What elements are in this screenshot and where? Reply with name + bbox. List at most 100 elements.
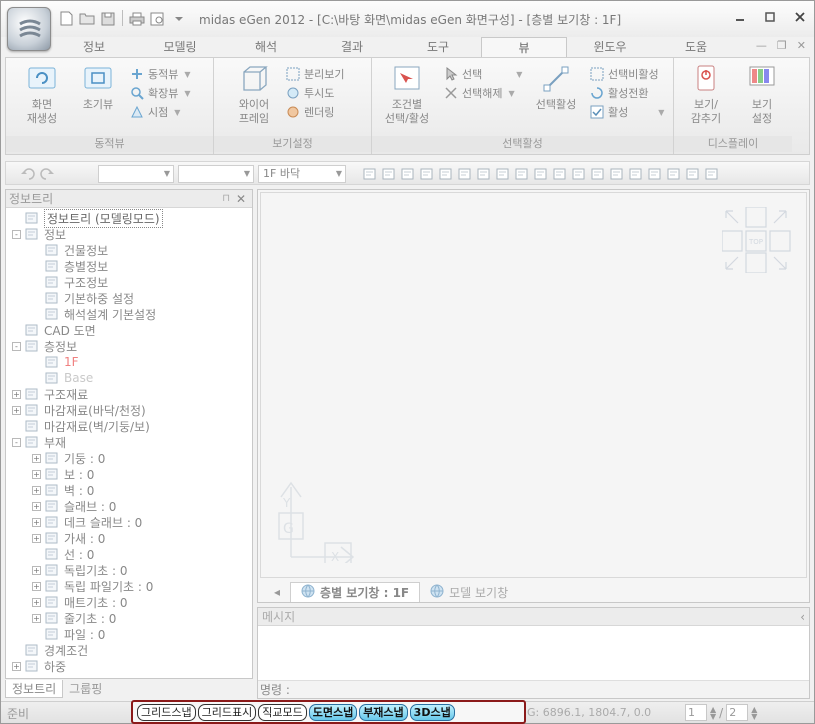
tree-node[interactable]: + 하중 [6, 658, 252, 674]
pin-icon[interactable]: ⊓ [222, 190, 230, 208]
zoom-view-icon[interactable] [514, 166, 530, 182]
page-spin-icon[interactable]: ▲ ▼ [710, 705, 716, 720]
conditional-select-button[interactable]: 조건별 선택/활성 [378, 64, 436, 126]
dynamic-view-button[interactable]: 동적뷰 ▼ [130, 66, 191, 82]
tree-node[interactable]: + 독립기초 : 0 [6, 562, 252, 578]
ribbon-tab[interactable]: 정보 [51, 37, 137, 57]
tree-node[interactable]: 경계조건 [6, 642, 252, 658]
toggle-active-button[interactable]: 활성전환 [590, 85, 648, 101]
tree-node[interactable]: + 줄기초 : 0 [6, 610, 252, 626]
split-sep-icon[interactable] [609, 166, 625, 182]
pan-view-icon[interactable] [495, 166, 511, 182]
filter-combo-2[interactable]: ▼ [178, 165, 254, 183]
mdi-restore-icon[interactable]: ❐ [777, 39, 787, 52]
collapse-icon[interactable]: - [12, 229, 21, 239]
surface-view-icon[interactable] [457, 166, 473, 182]
ribbon-tab[interactable]: 모델링 [137, 37, 223, 57]
tree-node[interactable]: + 보 : 0 [6, 466, 252, 482]
collapse-icon[interactable]: - [12, 341, 21, 351]
tree-node[interactable]: + 벽 : 0 [6, 482, 252, 498]
expand-icon[interactable]: + [32, 453, 41, 463]
tab-scroll-left-icon[interactable]: ◂ [264, 582, 290, 602]
page-setup-icon[interactable] [362, 166, 378, 182]
activate-button[interactable]: 활성 ▼ [590, 104, 664, 120]
tree-node[interactable]: - 층정보 [6, 338, 252, 354]
ribbon-tab[interactable]: 해석 [223, 37, 309, 57]
transparency-button[interactable]: 투시도 [286, 85, 334, 101]
view-cube-icon[interactable]: TOP [722, 207, 792, 273]
snap-toggle-button[interactable]: 도면스냅 [308, 703, 358, 721]
panel-tab[interactable]: 정보트리 [5, 680, 64, 698]
page-total-input[interactable]: 2 [726, 704, 749, 721]
print-preview-icon[interactable] [149, 10, 167, 27]
tree-node[interactable]: + 마감재료(바닥/천정) [6, 402, 252, 418]
point-tool-icon[interactable] [647, 166, 663, 182]
tree-node[interactable]: 구조정보 [6, 274, 252, 290]
expand-icon[interactable]: + [12, 389, 21, 399]
window-select-icon[interactable] [590, 166, 606, 182]
init-view-button[interactable]: 초기뷰 [72, 64, 124, 112]
tree-node[interactable]: 해석설계 기본설정 [6, 306, 252, 322]
expand-icon[interactable]: + [32, 613, 41, 623]
expand-icon[interactable]: + [32, 597, 41, 607]
select-inactive-button[interactable]: 선택비활성 [590, 66, 659, 82]
deselect-button[interactable]: 선택해제 ▼ [444, 85, 515, 101]
snap-toggle-button[interactable]: 그리드스냅 [137, 703, 196, 721]
tree-node[interactable]: 1F [6, 354, 252, 370]
command-line[interactable]: 명령 : [258, 680, 809, 698]
close-icon[interactable] [792, 9, 808, 25]
viewpoint-button[interactable]: 시점 ▼ [130, 104, 180, 120]
select-button[interactable]: 선택 ▼ [444, 66, 522, 82]
ribbon-tab[interactable]: 도움 [653, 37, 739, 57]
tree-node[interactable]: 건물정보 [6, 242, 252, 258]
ribbon-tab[interactable]: 윈도우 [567, 37, 653, 57]
expand-icon[interactable]: + [32, 581, 41, 591]
select-tool-icon[interactable] [571, 166, 587, 182]
grid-tool-icon[interactable] [533, 166, 549, 182]
page-current-input[interactable]: 1 [685, 704, 707, 721]
qat-customize-icon[interactable] [170, 10, 188, 27]
ribbon-tab[interactable]: 도구 [395, 37, 481, 57]
rendering-button[interactable]: 렌더링 [286, 104, 334, 120]
expand-icon[interactable]: + [32, 485, 41, 495]
expand-icon[interactable]: + [32, 533, 41, 543]
mdi-close-icon[interactable]: ✕ [797, 39, 806, 52]
tree-node[interactable]: Base [6, 370, 252, 386]
minimize-icon[interactable] [732, 9, 748, 25]
panel-tab[interactable]: 그룹핑 [63, 680, 108, 698]
print-icon[interactable] [128, 10, 146, 27]
chevron-left-icon[interactable]: ‹ [800, 608, 805, 626]
filter-combo-1[interactable]: ▼ [98, 165, 174, 183]
zoom-view-button[interactable]: 확장뷰 ▼ [130, 85, 191, 101]
ribbon-tab[interactable]: 뷰 [481, 37, 567, 57]
wireframe-button[interactable]: 와이어 프레임 [228, 64, 280, 126]
tree-node[interactable]: + 데크 슬래브 : 0 [6, 514, 252, 530]
maximize-icon[interactable] [762, 9, 778, 25]
snap-tool-icon[interactable] [628, 166, 644, 182]
separate-view-button[interactable]: 분리보기 [286, 66, 344, 82]
open-folder-icon[interactable] [78, 10, 96, 27]
iso-view-icon[interactable] [400, 166, 416, 182]
save-icon[interactable] [99, 10, 117, 27]
expand-icon[interactable]: + [32, 517, 41, 527]
tree-node[interactable]: 파일 : 0 [6, 626, 252, 642]
tree-node[interactable]: + 기둥 : 0 [6, 450, 252, 466]
tree-node[interactable]: + 슬래브 : 0 [6, 498, 252, 514]
close-icon[interactable]: ✕ [236, 190, 246, 208]
tree-node[interactable]: 정보트리 (모델링모드) [6, 208, 252, 228]
expand-icon[interactable]: + [32, 501, 41, 511]
view-tab[interactable]: 모델 보기창 [420, 582, 518, 602]
tree-node[interactable]: 마감재료(벽/기둥/보) [6, 418, 252, 434]
tree-node[interactable]: 선 : 0 [6, 546, 252, 562]
box-view-icon[interactable] [438, 166, 454, 182]
page-total-spin-icon[interactable]: ▲ ▼ [751, 705, 757, 720]
model-canvas[interactable]: TOP Y G X [260, 192, 807, 578]
new-file-icon[interactable] [57, 10, 75, 27]
expand-icon[interactable]: + [32, 565, 41, 575]
rotate-view-icon[interactable] [419, 166, 435, 182]
tree-node[interactable]: 기본하중 설정 [6, 290, 252, 306]
view-tab[interactable]: 층별 보기창 : 1F [290, 582, 421, 602]
snap-toggle-button[interactable]: 직교모드 [258, 703, 307, 721]
redo-icon[interactable] [39, 166, 55, 182]
orbit-view-icon[interactable] [476, 166, 492, 182]
